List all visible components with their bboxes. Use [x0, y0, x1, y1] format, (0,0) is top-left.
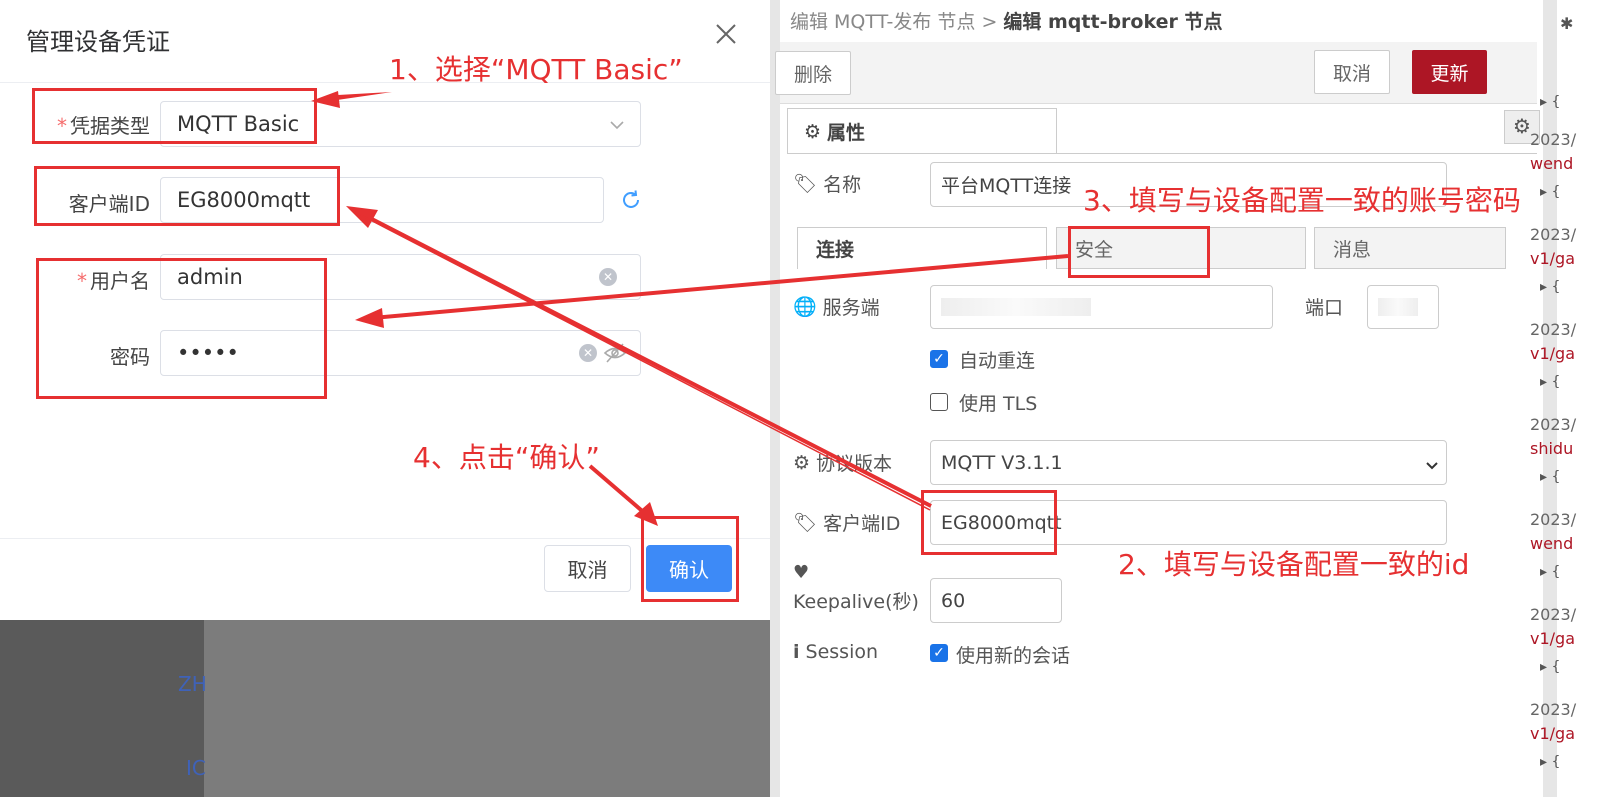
- debug-message-topic: wend: [1530, 534, 1574, 553]
- blurred-value: [941, 298, 1091, 316]
- background-text: ZH: [178, 672, 207, 696]
- debug-expand-toggle[interactable]: ▸ {: [1540, 564, 1560, 580]
- annotation-step3: 3、填写与设备配置一致的账号密码: [1083, 184, 1521, 217]
- tag-icon: 🏷: [793, 512, 818, 534]
- chevron-down-icon: [609, 114, 625, 138]
- debug-message-topic: v1/ga: [1530, 344, 1575, 363]
- debug-expand-toggle[interactable]: ▸ {: [1540, 754, 1560, 770]
- annotation-step4: 4、点击“确认”: [413, 441, 600, 474]
- annotation-box: [36, 258, 327, 399]
- debug-expand-toggle[interactable]: ▸ {: [1540, 469, 1560, 485]
- debug-message-date: 2023/: [1530, 700, 1577, 719]
- port-label: 端口: [1305, 297, 1344, 319]
- name-label: 🏷 名称: [793, 170, 861, 197]
- auto-reconnect-label: 自动重连: [959, 350, 1036, 372]
- protocol-value: MQTT V3.1.1: [941, 451, 1063, 474]
- debug-message-topic: v1/ga: [1530, 724, 1575, 743]
- debug-message-date: 2023/: [1530, 415, 1577, 434]
- debug-expand-toggle[interactable]: ▸ {: [1540, 94, 1560, 110]
- clear-icon[interactable]: ✕: [599, 268, 617, 286]
- new-session-checkbox[interactable]: ✓: [930, 644, 948, 662]
- tab-properties-label: 属性: [827, 122, 866, 144]
- session-label: i Session: [793, 641, 878, 663]
- annotation-box: [32, 88, 317, 144]
- annotation-box: [34, 166, 340, 226]
- protocol-label-text: 协议版本: [816, 453, 893, 475]
- page-background-panel: [204, 605, 770, 797]
- breadcrumb: 编辑 MQTT-发布 节点 > 编辑 mqtt-broker 节点: [790, 2, 1222, 38]
- editor-client-id-label-text: 客户端ID: [823, 513, 901, 535]
- debug-message-date: 2023/: [1530, 130, 1577, 149]
- debug-message-date: 2023/: [1530, 605, 1577, 624]
- server-input[interactable]: [930, 285, 1273, 329]
- server-label-text: 服务端: [822, 297, 880, 319]
- debug-expand-toggle[interactable]: ▸ {: [1540, 279, 1560, 295]
- info-icon: i: [793, 641, 800, 663]
- debug-sidebar: [1543, 0, 1603, 797]
- editor-client-id-label: 🏷 客户端ID: [793, 509, 900, 536]
- chevron-down-icon: [1425, 456, 1439, 478]
- refresh-icon[interactable]: [620, 189, 642, 215]
- port-input[interactable]: [1367, 285, 1439, 329]
- debug-message-topic: v1/ga: [1530, 249, 1575, 268]
- annotation-box: [1068, 226, 1210, 278]
- update-button[interactable]: 更新: [1412, 50, 1487, 94]
- bug-icon[interactable]: ✱: [1560, 14, 1573, 33]
- keepalive-label: Keepalive(秒): [793, 591, 919, 613]
- session-label-text: Session: [805, 641, 879, 663]
- gear-icon: ⚙: [1513, 114, 1531, 138]
- cancel-button[interactable]: 取消: [544, 545, 631, 592]
- gear-icon: ⚙: [804, 120, 822, 143]
- tab-messages[interactable]: 消息: [1314, 227, 1506, 269]
- annotation-step2: 2、填写与设备配置一致的id: [1118, 548, 1470, 581]
- use-tls-label: 使用 TLS: [959, 393, 1038, 415]
- heartbeat-icon: ♥: [793, 562, 810, 583]
- divider: [787, 153, 1537, 154]
- debug-message-date: 2023/: [1530, 225, 1577, 244]
- globe-icon: 🌐: [793, 296, 817, 318]
- debug-message-topic: v1/ga: [1530, 629, 1575, 648]
- debug-expand-toggle[interactable]: ▸ {: [1540, 659, 1560, 675]
- delete-button[interactable]: 删除: [775, 51, 851, 95]
- name-value: 平台MQTT连接: [941, 175, 1072, 197]
- tab-connection[interactable]: 连接: [797, 227, 1047, 269]
- close-icon[interactable]: [714, 22, 738, 46]
- eye-off-icon[interactable]: [603, 342, 627, 369]
- breadcrumb-parent[interactable]: 编辑 MQTT-发布 节点 >: [790, 7, 997, 34]
- server-label: 🌐 服务端: [793, 293, 880, 320]
- gear-icon: ⚙: [793, 451, 811, 474]
- name-label-text: 名称: [823, 174, 862, 196]
- debug-message-topic: wend: [1530, 154, 1574, 173]
- new-session-label: 使用新的会话: [956, 645, 1071, 667]
- debug-message-topic: shidu: [1530, 439, 1574, 458]
- protocol-label: ⚙ 协议版本: [793, 449, 892, 476]
- auto-reconnect-checkbox[interactable]: ✓: [930, 350, 948, 368]
- breadcrumb-current: 编辑 mqtt-broker 节点: [1003, 10, 1223, 33]
- debug-expand-toggle[interactable]: ▸ {: [1540, 374, 1560, 390]
- keepalive-input[interactable]: 60: [930, 578, 1062, 623]
- use-tls-checkbox[interactable]: [930, 393, 948, 411]
- keepalive-value: 60: [941, 589, 966, 612]
- blurred-value: [1378, 298, 1418, 316]
- sidebar-header: ✱: [1557, 10, 1603, 84]
- annotation-box: [921, 490, 1057, 555]
- tab-properties[interactable]: ⚙ 属性: [787, 108, 1057, 154]
- debug-message-date: 2023/: [1530, 510, 1577, 529]
- annotation-box: [641, 516, 739, 602]
- tag-icon: 🏷: [793, 173, 818, 195]
- annotation-step1: 1、选择“MQTT Basic”: [389, 53, 683, 86]
- editor-cancel-button[interactable]: 取消: [1314, 50, 1390, 94]
- clear-icon[interactable]: ✕: [579, 344, 597, 362]
- protocol-select[interactable]: MQTT V3.1.1: [930, 440, 1447, 485]
- debug-expand-toggle[interactable]: ▸ {: [1540, 184, 1560, 200]
- background-text: IC: [186, 756, 206, 780]
- debug-message-date: 2023/: [1530, 320, 1577, 339]
- dialog-title: 管理设备凭证: [26, 28, 170, 56]
